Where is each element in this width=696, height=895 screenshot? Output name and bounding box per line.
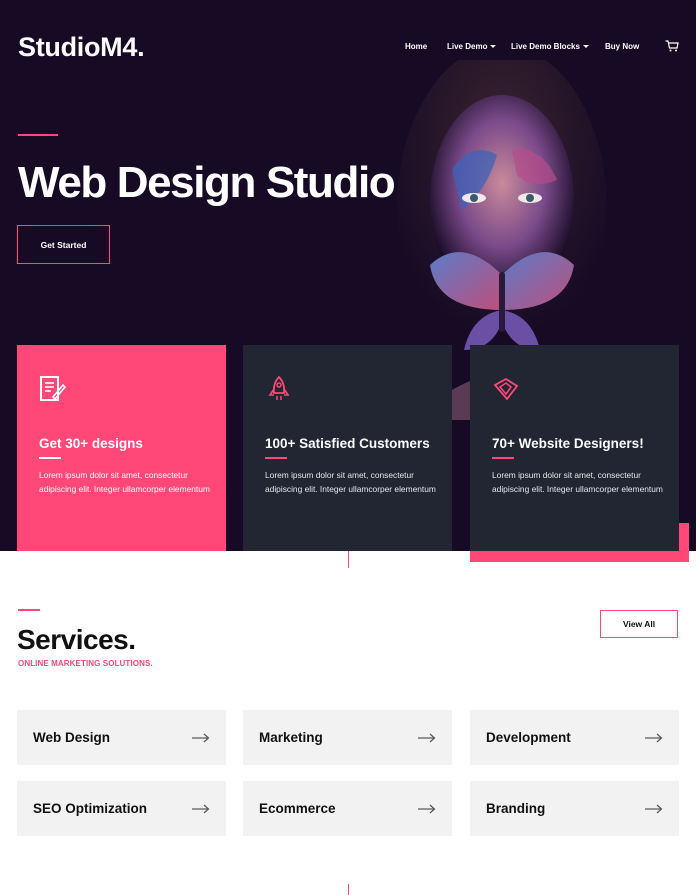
- arrow-right-icon: [645, 733, 663, 742]
- feature-card-text: Lorem ipsum dolor sit amet, consectetur …: [39, 470, 210, 494]
- arrow-right-icon: [418, 804, 436, 813]
- service-tile-label: Marketing: [259, 730, 323, 745]
- services-subtitle: ONLINE MARKETING SOLUTIONS.: [18, 659, 153, 668]
- arrow-right-icon: [192, 804, 210, 813]
- service-tile-marketing[interactable]: Marketing: [243, 710, 452, 765]
- nav-item-buy-now[interactable]: Buy Now: [605, 42, 639, 51]
- arrow-right-icon: [418, 733, 436, 742]
- section-divider: [348, 884, 349, 895]
- service-tile-ecommerce[interactable]: Ecommerce: [243, 781, 452, 836]
- document-edit-icon: [40, 376, 67, 401]
- feature-card-designs: Get 30+ designs Lorem ipsum dolor sit am…: [17, 345, 226, 551]
- main-nav: Home Live Demo Live Demo Blocks Buy Now: [0, 42, 696, 56]
- services-title: Services.: [17, 624, 136, 655]
- service-tile-label: Web Design: [33, 730, 111, 745]
- service-tile-development[interactable]: Development: [470, 710, 679, 765]
- chevron-down-icon: [490, 45, 497, 49]
- service-tile-label: Branding: [486, 801, 546, 816]
- get-started-button[interactable]: Get Started: [17, 225, 110, 264]
- feature-card-customers: 100+ Satisfied Customers Lorem ipsum dol…: [243, 345, 452, 551]
- service-tile-label: Ecommerce: [259, 801, 336, 816]
- arrow-right-icon: [192, 733, 210, 742]
- view-all-button[interactable]: View All: [600, 610, 678, 638]
- feature-card-text: Lorem ipsum dolor sit amet, consectetur …: [265, 470, 436, 494]
- feature-card-title: 100+ Satisfied Customers: [265, 436, 430, 451]
- feature-card-designers: 70+ Website Designers! Lorem ipsum dolor…: [470, 345, 679, 551]
- nav-item-home[interactable]: Home: [405, 42, 427, 51]
- nav-item-live-demo[interactable]: Live Demo: [447, 42, 497, 51]
- card-rule: [265, 457, 287, 459]
- card-rule: [39, 457, 61, 459]
- nav-item-label: Live Demo Blocks: [511, 42, 580, 51]
- service-tile-branding[interactable]: Branding: [470, 781, 679, 836]
- nav-item-label: Home: [405, 42, 428, 51]
- cart-icon[interactable]: [665, 40, 679, 52]
- nav-item-label: Buy Now: [605, 42, 640, 51]
- diamond-icon: [493, 377, 519, 401]
- hero-title: Web Design Studio: [18, 158, 396, 207]
- services-accent-line: [18, 609, 40, 611]
- nav-item-live-demo-blocks[interactable]: Live Demo Blocks: [511, 42, 589, 51]
- card-rule: [492, 457, 514, 459]
- arrow-right-icon: [645, 804, 663, 813]
- chevron-down-icon: [582, 45, 589, 49]
- hero-accent-line: [18, 134, 58, 136]
- service-tile-label: Development: [486, 730, 571, 745]
- service-tile-seo-optimization[interactable]: SEO Optimization: [17, 781, 226, 836]
- nav-item-label: Live Demo: [447, 42, 488, 51]
- feature-card-title: Get 30+ designs: [39, 436, 143, 451]
- section-divider: [348, 551, 349, 568]
- feature-card-text: Lorem ipsum dolor sit amet, consectetur …: [492, 470, 663, 494]
- service-tile-label: SEO Optimization: [33, 801, 148, 816]
- feature-card-title: 70+ Website Designers!: [492, 436, 644, 451]
- service-tile-web-design[interactable]: Web Design: [17, 710, 226, 765]
- rocket-icon: [268, 375, 290, 400]
